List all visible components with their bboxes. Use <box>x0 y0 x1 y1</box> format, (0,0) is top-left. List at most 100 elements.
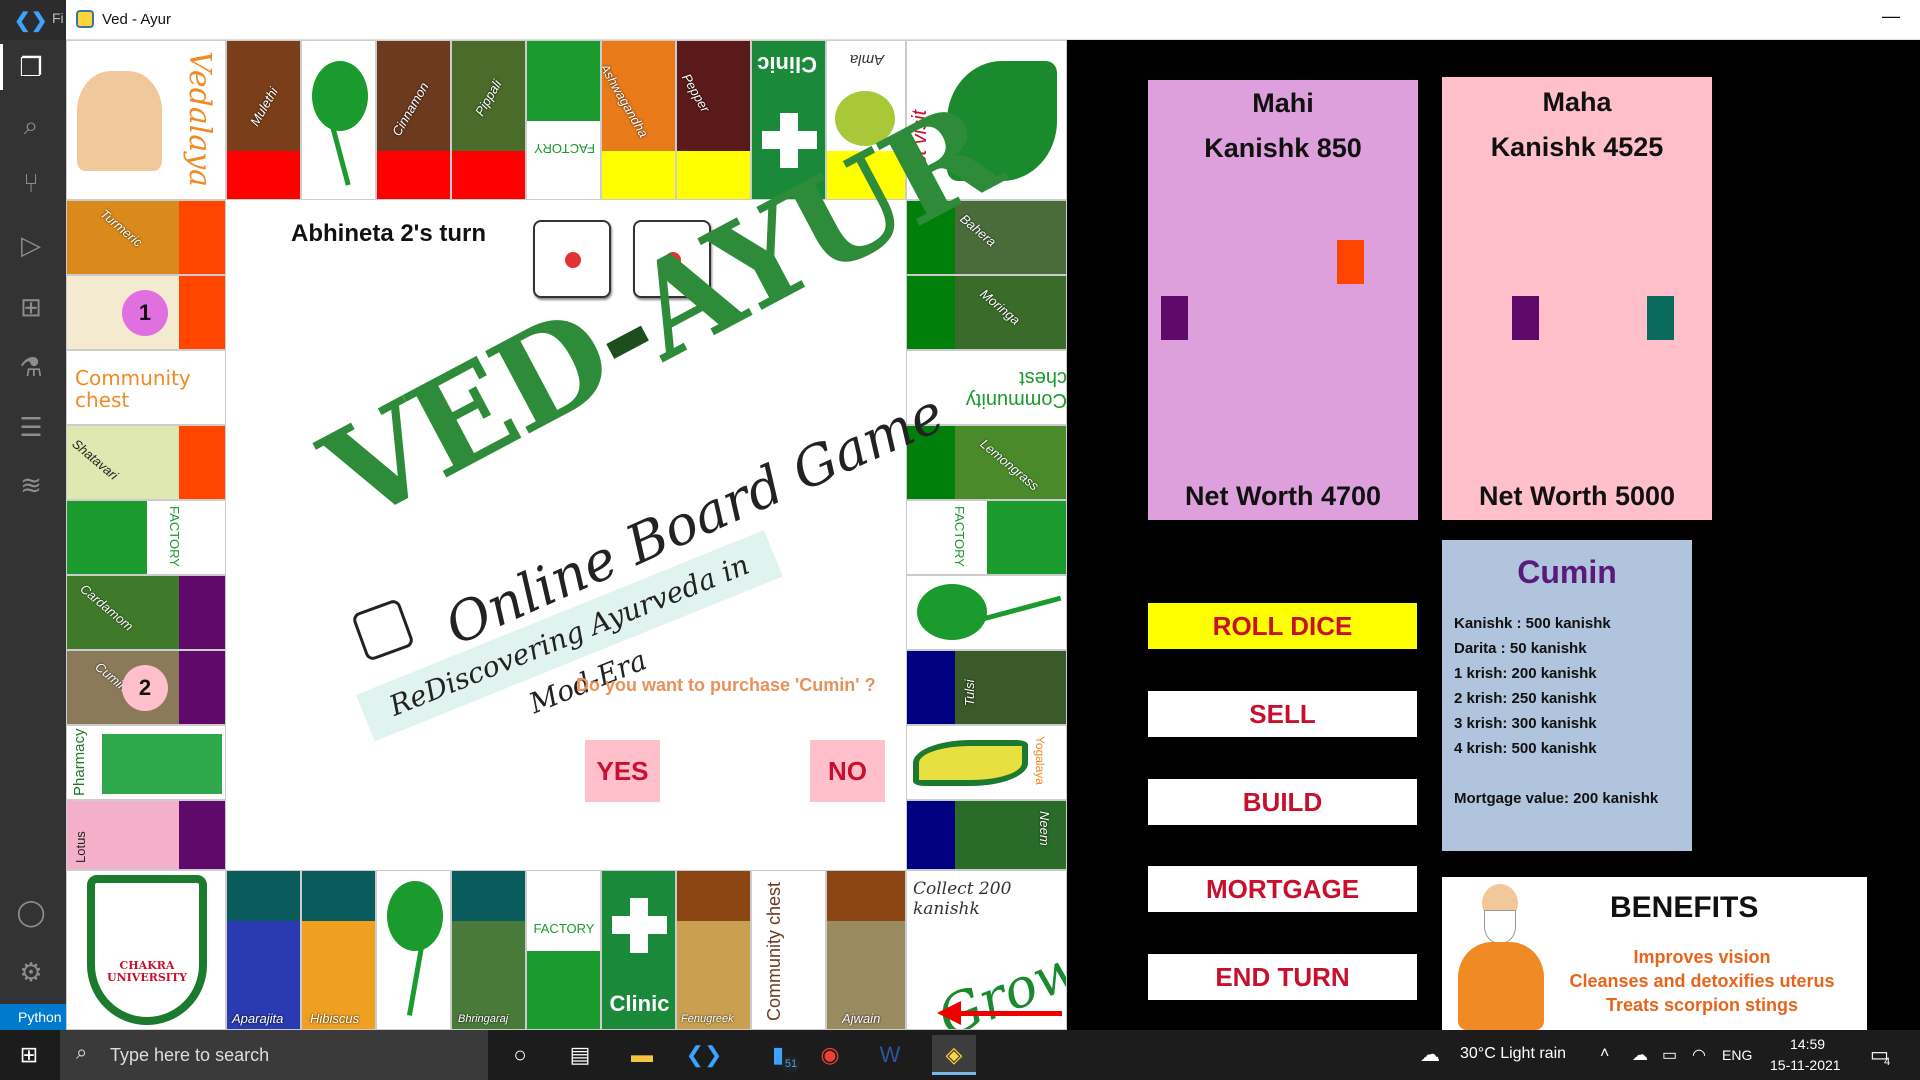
explorer-icon[interactable]: ❐ <box>0 44 48 90</box>
tile-aparajita[interactable]: Aparajita <box>226 870 301 1030</box>
tile-factory-top[interactable]: FACTORY <box>526 40 601 200</box>
go-arrowhead-icon <box>937 1001 961 1025</box>
tile-label: FACTORY <box>533 921 595 936</box>
tray-chevron-icon[interactable]: ˄ <box>1600 1045 1609 1063</box>
player-money: Kanishk 4525 <box>1490 132 1664 162</box>
tile-factory-right[interactable]: FACTORY <box>906 500 1067 575</box>
build-button[interactable]: BUILD <box>1148 779 1417 825</box>
tile-shatavari[interactable]: Shatavari <box>66 425 226 500</box>
tile-neem[interactable]: Neem <box>906 800 1067 870</box>
run-debug-icon[interactable]: ▷ <box>14 228 48 262</box>
tile-chance-clover-right[interactable] <box>906 575 1067 650</box>
tile-bhringaraj[interactable]: Bhringaraj <box>451 870 526 1030</box>
status-python[interactable]: Python <box>0 1004 66 1030</box>
property-row: Darita : 50 kanishk <box>1454 640 1587 657</box>
tile-factory-bottom[interactable]: FACTORY <box>526 870 601 1030</box>
tile-community-chest-left[interactable]: Community chest <box>66 350 226 425</box>
benefit-line: Treats scorpion stings <box>1605 995 1799 1015</box>
tile-hibiscus[interactable]: Hibiscus <box>301 870 376 1030</box>
player-token-purple <box>1512 296 1539 340</box>
corner-label-vedalaya: Vedalaya <box>182 51 217 188</box>
tile-tulsi[interactable]: Tulsi <box>906 650 1067 725</box>
tile-pepper[interactable]: Pepper <box>676 40 751 200</box>
search-icon[interactable]: ⌕ <box>14 108 48 142</box>
minimize-button[interactable]: — <box>1882 6 1900 27</box>
purchase-prompt: Do you want to purchase 'Cumin' ? <box>576 675 876 695</box>
tile-yogalaya[interactable]: Yogalaya <box>906 725 1067 800</box>
chrome-icon[interactable]: ◉ <box>808 1035 852 1075</box>
property-row: 4 krish: 500 kanishk <box>1454 740 1597 757</box>
factory-icon <box>987 501 1066 574</box>
extensions-icon[interactable]: ⊞ <box>14 290 48 324</box>
mail-icon[interactable]: ▮ 51 <box>756 1035 800 1075</box>
tile-turmeric[interactable]: Turmeric <box>66 200 226 275</box>
sage-image <box>77 71 162 171</box>
tile-pharmacy[interactable]: Pharmacy <box>66 725 226 800</box>
tile-cardamom[interactable]: Cardamom <box>66 575 226 650</box>
weather-text[interactable]: 30°C Light rain <box>1460 1045 1566 1063</box>
taskbar-search-box[interactable]: ⌕ Type here to search <box>60 1030 488 1080</box>
tile-ajwain[interactable]: Ajwain <box>826 870 906 1030</box>
layers-icon[interactable]: ≋ <box>14 468 48 502</box>
account-icon[interactable]: ◯ <box>14 895 48 929</box>
tile-cumin[interactable]: Cumin 2 <box>66 650 226 725</box>
python-taskbar-icon[interactable]: ◈ <box>932 1035 976 1075</box>
tile-pippali[interactable]: Pippali <box>451 40 526 200</box>
settings-gear-icon[interactable]: ⚙ <box>14 955 48 989</box>
tile-community-chest-bottom[interactable]: Community chest <box>751 870 826 1030</box>
database-icon[interactable]: ☰ <box>14 410 48 444</box>
clock-time[interactable]: 14:59 <box>1790 1036 1825 1052</box>
tile-fenugreek[interactable]: Fenugreek <box>676 870 751 1030</box>
tile-factory-left[interactable]: FACTORY <box>66 500 226 575</box>
tile-ashwagandha[interactable]: Ashwagandha <box>601 40 676 200</box>
cortana-icon[interactable]: ○ <box>498 1035 542 1075</box>
windows-start-icon[interactable]: ⊞ <box>0 1030 58 1080</box>
tile-cinnamon[interactable]: Cinnamon <box>376 40 451 200</box>
tile-lotus[interactable]: Lotus <box>66 800 226 870</box>
color-bar-teal <box>452 871 525 921</box>
word-icon[interactable]: W <box>868 1035 912 1075</box>
battery-icon[interactable]: ▭ <box>1662 1045 1677 1065</box>
property-card: Cumin Kanishk : 500 kanishk Darita : 50 … <box>1442 540 1692 851</box>
tile-mulethi[interactable]: Mulethi <box>226 40 301 200</box>
game-canvas: Vedalaya just visit CHAKRA UNIVERSITY Co… <box>66 40 1920 1030</box>
corner-vedalaya[interactable]: Vedalaya <box>66 40 226 200</box>
file-explorer-icon[interactable]: ▬ <box>620 1035 664 1075</box>
color-bar-red <box>227 151 300 199</box>
tile-chance-clover[interactable] <box>301 40 376 200</box>
mortgage-button[interactable]: MORTGAGE <box>1148 866 1417 912</box>
testing-icon[interactable]: ⚗ <box>14 350 48 384</box>
clock-date[interactable]: 15-11-2021 <box>1770 1057 1841 1073</box>
no-button[interactable]: NO <box>810 740 885 802</box>
tile-chance-clover-bottom[interactable] <box>376 870 451 1030</box>
yes-button[interactable]: YES <box>585 740 660 802</box>
player-2-marker: 2 <box>122 665 168 711</box>
color-bar-purple <box>179 651 225 724</box>
tile-garlic[interactable]: 1 <box>66 275 226 350</box>
tile-moringa[interactable]: Moringa <box>906 275 1067 350</box>
end-turn-button[interactable]: END TURN <box>1148 954 1417 1000</box>
wifi-icon[interactable]: ◠ <box>1692 1045 1706 1065</box>
player-token-teal <box>1647 296 1674 340</box>
task-view-icon[interactable]: ▤ <box>558 1035 602 1075</box>
roll-dice-button[interactable]: ROLL DICE <box>1148 603 1417 649</box>
university-crest-icon <box>87 875 207 1025</box>
benefits-title: BENEFITS <box>1610 891 1759 924</box>
onedrive-icon[interactable]: ☁ <box>1632 1045 1648 1065</box>
property-row: 2 krish: 250 kanishk <box>1454 690 1597 707</box>
sage-meditating-image <box>1452 882 1552 1030</box>
property-row-spacer <box>1454 761 1692 786</box>
sell-button[interactable]: SELL <box>1148 691 1417 737</box>
language-indicator[interactable]: ENG <box>1722 1047 1752 1063</box>
search-placeholder: Type here to search <box>110 1045 270 1065</box>
factory-icon <box>527 951 600 1029</box>
property-name: Cumin <box>1517 554 1617 590</box>
source-control-icon[interactable]: ⑂ <box>14 166 48 200</box>
color-bar-yellow <box>602 151 675 199</box>
tile-clinic-bottom[interactable]: Clinic <box>601 870 676 1030</box>
corner-chakra-university[interactable]: CHAKRA UNIVERSITY <box>66 870 226 1030</box>
corner-go[interactable]: Collect 200 kanishk Grow ! <box>906 870 1067 1030</box>
vscode-taskbar-icon[interactable]: ❮❯ <box>682 1035 726 1075</box>
logo-dice-icon <box>350 597 416 663</box>
tile-label: Amla <box>849 51 885 68</box>
